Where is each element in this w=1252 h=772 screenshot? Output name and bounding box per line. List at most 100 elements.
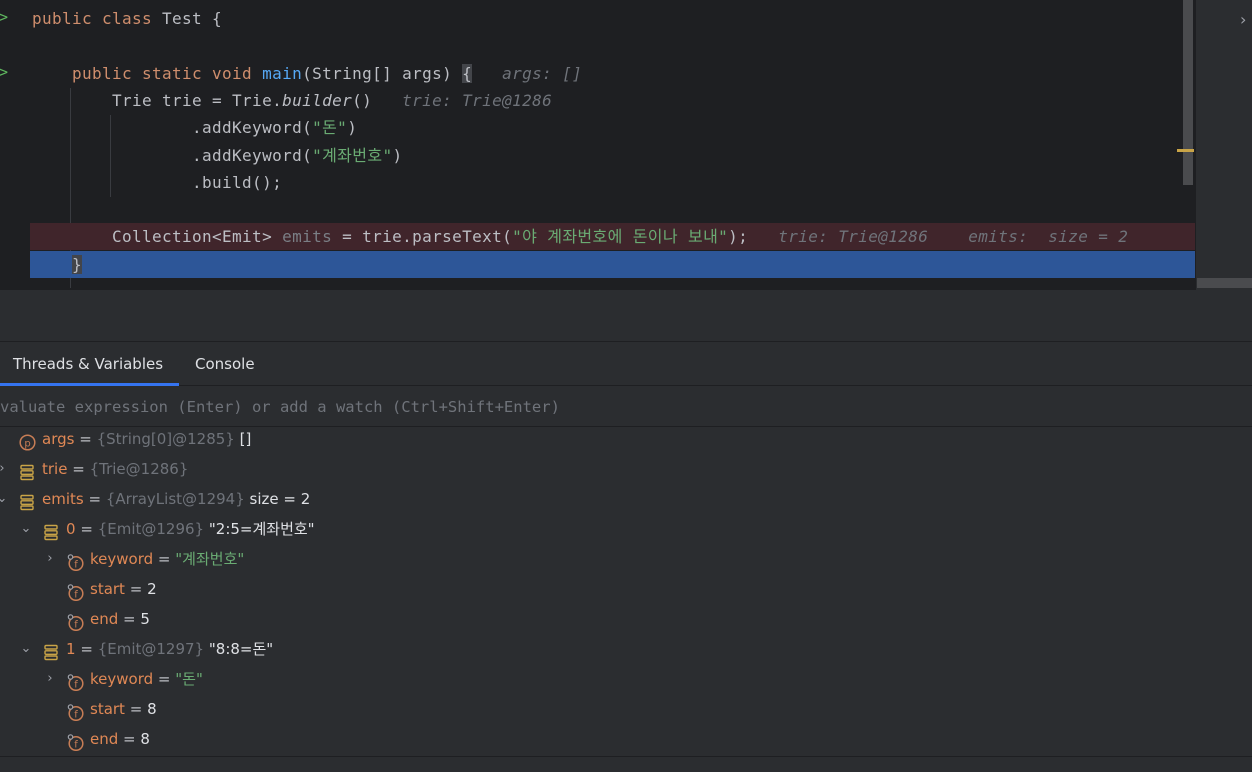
- variable-row[interactable]: p args = {String[0]@1285} []: [0, 424, 1252, 454]
- variable-name: 0: [66, 520, 76, 538]
- chevron-down-icon[interactable]: ⌄: [0, 484, 9, 514]
- code-token: public static void: [32, 63, 263, 83]
- code-line[interactable]: [0, 196, 1183, 223]
- variable-value: size = 2: [249, 490, 311, 508]
- equals-sign: =: [88, 490, 102, 508]
- code-line[interactable]: Trie trie = Trie.builder() trie: Trie@12…: [0, 87, 1183, 114]
- variable-name: start: [90, 700, 125, 718]
- code-token: Trie trie = Trie.: [32, 90, 283, 110]
- code-token: "돈": [312, 118, 348, 138]
- variable-name: start: [90, 580, 125, 598]
- code-token: .addKeyword(: [32, 145, 313, 165]
- evaluate-expression-input[interactable]: valuate expression (Enter) or add a watc…: [0, 387, 1252, 427]
- variable-row[interactable]: f start = 2: [0, 574, 1252, 604]
- inline-debug-value: args: []: [472, 63, 583, 83]
- debugger-tabs: Threads & Variables Console: [0, 342, 1252, 386]
- variable-row[interactable]: ⌄ 0 = {Emit@1296} "2:5=계좌번호": [0, 514, 1252, 544]
- variable-row[interactable]: › trie = {Trie@1286}: [0, 454, 1252, 484]
- chevron-down-icon[interactable]: ⌄: [19, 634, 33, 664]
- code-token: .addKeyword(: [32, 118, 313, 138]
- code-token: ): [392, 145, 403, 165]
- code-line[interactable]: .addKeyword("계좌번호"): [0, 142, 1183, 169]
- variable-row[interactable]: › f keyword = "계좌번호": [0, 544, 1252, 574]
- variable-type: {ArrayList@1294}: [105, 490, 245, 508]
- equals-sign: =: [79, 430, 92, 448]
- equals-sign: =: [157, 550, 171, 568]
- variable-name: args: [42, 430, 75, 448]
- field-icon: f: [67, 671, 84, 692]
- code-token: (String[] args): [302, 63, 463, 83]
- code-token: }: [72, 254, 83, 274]
- variable-name: trie: [42, 460, 68, 478]
- chevron-right-icon[interactable]: ›: [43, 664, 57, 694]
- field-icon: f: [67, 731, 84, 752]
- variable-name: end: [90, 610, 119, 628]
- equals-sign: =: [129, 580, 143, 598]
- evaluate-placeholder: valuate expression (Enter) or add a watc…: [0, 398, 560, 416]
- chevron-down-icon[interactable]: ⌄: [19, 514, 33, 544]
- variable-name: keyword: [90, 550, 154, 568]
- code-token: public class: [32, 9, 163, 28]
- equals-sign: =: [80, 640, 93, 658]
- equals-sign: =: [72, 460, 85, 478]
- debug-toolbar-area: [0, 290, 1252, 342]
- svg-text:f: f: [74, 679, 78, 690]
- field-icon: f: [67, 551, 84, 572]
- code-token: .build();: [32, 172, 283, 192]
- variable-type: {Emit@1297}: [97, 640, 205, 658]
- code-line[interactable]: [0, 32, 1183, 59]
- code-token: );: [728, 227, 749, 247]
- code-token: "야 계좌번호에 돈이나 보내": [512, 227, 729, 247]
- variable-row[interactable]: f end = 8: [0, 724, 1252, 754]
- code-token: ): [347, 118, 358, 138]
- variable-value: 5: [140, 610, 150, 628]
- vertical-scrollbar[interactable]: [1183, 0, 1193, 185]
- svg-text:f: f: [74, 559, 78, 570]
- variable-type: {Trie@1286}: [89, 460, 189, 478]
- code-token: {: [462, 63, 473, 83]
- variable-value: "2:5=계좌번호": [208, 520, 315, 538]
- variable-type: {Emit@1296}: [97, 520, 205, 538]
- variable-name: emits: [42, 490, 84, 508]
- warning-marker[interactable]: [1177, 149, 1194, 152]
- variable-row[interactable]: › f keyword = "돈": [0, 664, 1252, 694]
- code-editor[interactable]: > public class Test {> public static void…: [0, 0, 1195, 290]
- variable-value: []: [239, 430, 252, 448]
- variable-value: "계좌번호": [175, 550, 245, 568]
- right-panel: ›: [1195, 0, 1252, 290]
- variable-type: {String[0]@1285}: [96, 430, 235, 448]
- svg-text:p: p: [24, 438, 30, 449]
- code-token: emits: [282, 227, 333, 247]
- variable-value: "8:8=돈": [208, 640, 274, 658]
- tab-threads-variables[interactable]: Threads & Variables: [0, 342, 180, 386]
- chevron-right-icon[interactable]: ›: [43, 544, 57, 574]
- variable-row[interactable]: ⌄ 1 = {Emit@1297} "8:8=돈": [0, 634, 1252, 664]
- equals-sign: =: [123, 610, 136, 628]
- code-line[interactable]: .build();: [0, 169, 1183, 196]
- breakpoint-line[interactable]: Collection<Emit> emits = trie.parseText(…: [30, 223, 1195, 251]
- variable-row[interactable]: f start = 8: [0, 694, 1252, 724]
- field-icon: f: [67, 581, 84, 602]
- code-line[interactable]: .addKeyword("돈"): [0, 114, 1183, 141]
- code-line[interactable]: public static void main(String[] args) {…: [0, 60, 1183, 87]
- variable-value: 8: [140, 730, 150, 748]
- code-token: builder: [282, 90, 353, 110]
- chevron-right-icon[interactable]: ›: [0, 454, 9, 484]
- variable-row[interactable]: ⌄ emits = {ArrayList@1294} size = 2: [0, 484, 1252, 514]
- inline-debug-value: trie: Trie@1286: [372, 90, 553, 110]
- horizontal-scrollbar[interactable]: [1197, 278, 1252, 288]
- variable-row[interactable]: f end = 5: [0, 604, 1252, 634]
- tab-console[interactable]: Console: [195, 342, 255, 386]
- variable-icon: [19, 461, 36, 481]
- code-line[interactable]: public class Test {: [0, 5, 1183, 32]
- svg-text:f: f: [74, 709, 78, 720]
- code-token: main: [262, 63, 303, 83]
- svg-text:f: f: [74, 739, 78, 750]
- parameter-icon: p: [19, 431, 36, 451]
- chevron-right-icon[interactable]: ›: [1240, 10, 1246, 29]
- equals-sign: =: [123, 730, 136, 748]
- code-token: "계좌번호": [312, 145, 393, 165]
- execution-line[interactable]: }: [30, 250, 1195, 278]
- equals-sign: =: [157, 670, 171, 688]
- equals-sign: =: [80, 520, 93, 538]
